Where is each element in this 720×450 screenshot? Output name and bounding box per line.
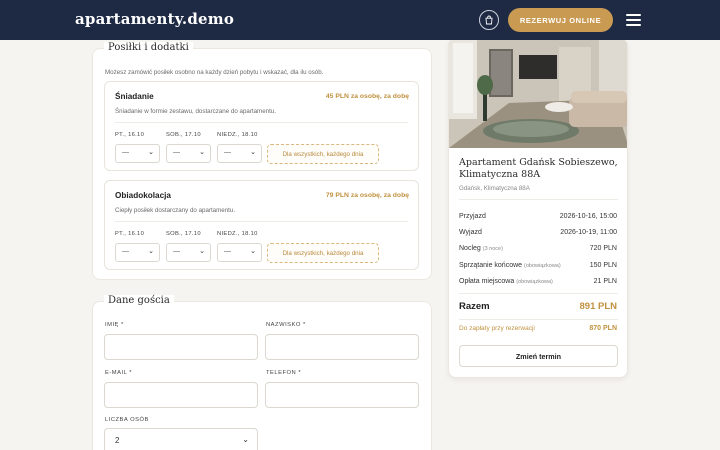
booking-summary-card: Apartament Gdańsk Sobieszewo, Klimatyczn…: [448, 38, 628, 378]
guest-section-title: Dane gościa: [104, 295, 174, 306]
first-name-input[interactable]: [104, 334, 258, 360]
brand-logo[interactable]: apartamenty.demo: [75, 10, 234, 28]
departure-value: 2026-10-19, 11:00: [560, 229, 617, 236]
day-label: NIEDZ., 18.10: [217, 231, 258, 237]
email-label: E-MAIL *: [105, 370, 132, 376]
first-name-label: IMIĘ *: [105, 322, 124, 328]
guests-count-select[interactable]: 2 ⌄: [104, 428, 258, 450]
dinner-all-days-button[interactable]: Dla wszystkich, każdego dnia: [267, 243, 379, 263]
departure-label: Wyjazd: [459, 229, 482, 236]
local-fee-value: 21 PLN: [593, 278, 617, 285]
chevron-down-icon: ⌄: [148, 149, 154, 156]
divider: [115, 122, 408, 123]
breakfast-day-3-select[interactable]: — ⌄: [217, 144, 262, 163]
top-nav-bar: apartamenty.demo REZERWUJ ONLINE: [0, 0, 720, 40]
book-online-button[interactable]: REZERWUJ ONLINE: [508, 8, 613, 32]
breakfast-day-2-select[interactable]: — ⌄: [166, 144, 211, 163]
hamburger-menu-icon[interactable]: [626, 14, 641, 26]
meals-section-title: Posiłki i dodatki: [104, 42, 193, 53]
meal-name: Obiadokolacja: [115, 191, 171, 200]
total-value: 891 PLN: [579, 301, 618, 312]
dinner-day-1-select[interactable]: — ⌄: [115, 243, 160, 262]
phone-label: TELEFON *: [266, 370, 302, 376]
divider: [115, 221, 408, 222]
day-label: SOB., 17.10: [166, 132, 201, 138]
chevron-down-icon: ⌄: [250, 248, 256, 255]
stay-label: Nocleg (3 noce): [459, 245, 503, 252]
day-label: PT., 16.10: [115, 231, 145, 237]
divider: [459, 199, 618, 200]
last-name-label: NAZWISKO *: [266, 322, 306, 328]
meals-intro-text: Możesz zamówić posiłek osobno na każdy d…: [105, 69, 324, 76]
arrival-value: 2026-10-16, 15:00: [559, 213, 617, 220]
chevron-down-icon: ⌄: [242, 435, 249, 444]
day-label: PT., 16.10: [115, 132, 145, 138]
meal-option-breakfast: Śniadanie 45 PLN za osobę, za dobę Śniad…: [104, 81, 419, 171]
divider: [459, 293, 618, 294]
phone-input[interactable]: [265, 382, 419, 408]
dinner-day-2-select[interactable]: — ⌄: [166, 243, 211, 262]
meal-description: Ciepły posiłek dostarczany do apartament…: [115, 207, 236, 214]
dinner-day-3-select[interactable]: — ⌄: [217, 243, 262, 262]
chevron-down-icon: ⌄: [148, 248, 154, 255]
last-name-input[interactable]: [265, 334, 419, 360]
arrival-label: Przyjazd: [459, 213, 486, 220]
meal-price: 79 PLN za osobę, za dobę: [325, 192, 409, 199]
breakfast-all-days-button[interactable]: Dla wszystkich, każdego dnia: [267, 144, 379, 164]
chevron-down-icon: ⌄: [250, 149, 256, 156]
meal-description: Śniadanie w formie zestawu, dostarczane …: [115, 108, 276, 115]
guests-count-label: LICZBA OSÓB: [105, 417, 149, 423]
meal-name: Śniadanie: [115, 92, 154, 101]
shopping-bag-icon: [485, 15, 493, 25]
chevron-down-icon: ⌄: [199, 248, 205, 255]
breakfast-day-1-select[interactable]: — ⌄: [115, 144, 160, 163]
meal-price: 45 PLN za osobę, za dobę: [325, 93, 409, 100]
apartment-location: Gdańsk, Klimatyczna 88A: [459, 185, 530, 192]
apartment-name: Apartament Gdańsk Sobieszewo, Klimatyczn…: [459, 157, 618, 180]
day-label: SOB., 17.10: [166, 231, 201, 237]
due-now-label: Do zapłaty przy rezerwacji: [459, 325, 535, 332]
day-label: NIEDZ., 18.10: [217, 132, 258, 138]
local-fee-label: Opłata miejscowa (obowiązkowa): [459, 278, 553, 285]
email-input[interactable]: [104, 382, 258, 408]
apartment-photo[interactable]: [449, 39, 627, 148]
chevron-down-icon: ⌄: [199, 149, 205, 156]
apartment-photo-illustration: [449, 39, 627, 148]
cleaning-value: 150 PLN: [589, 262, 617, 269]
due-now-value: 870 PLN: [589, 325, 617, 332]
total-label: Razem: [459, 301, 490, 312]
divider: [459, 319, 618, 320]
cart-button[interactable]: [479, 10, 499, 30]
cleaning-label: Sprzątanie końcowe (obowiązkowa): [459, 262, 561, 269]
stay-value: 720 PLN: [589, 245, 617, 252]
meal-option-dinner: Obiadokolacja 79 PLN za osobę, za dobę C…: [104, 180, 419, 270]
change-dates-button[interactable]: Zmień termin: [459, 345, 618, 367]
